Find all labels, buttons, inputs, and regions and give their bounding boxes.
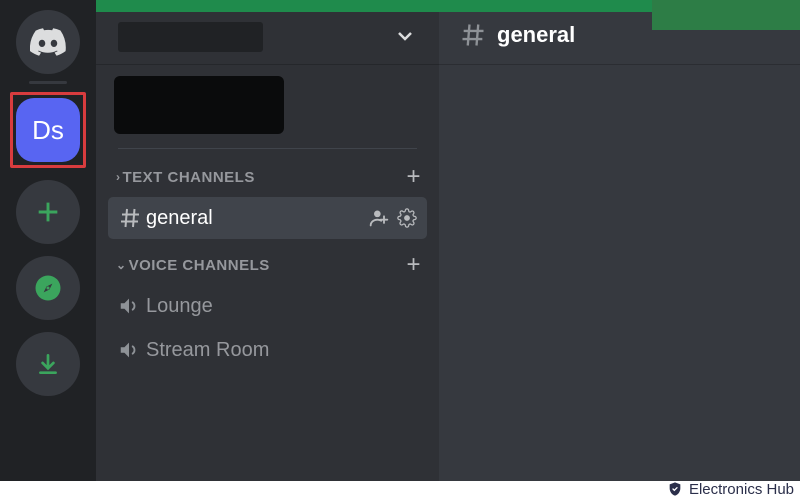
category-label: VOICE CHANNELS (129, 257, 270, 274)
speaker-icon (118, 295, 146, 317)
chevron-down-icon: ⌄ (116, 258, 127, 272)
channel-list: › TEXT CHANNELS + general (96, 64, 439, 481)
speaker-icon (118, 339, 146, 361)
server-initials: Ds (32, 115, 64, 146)
add-channel-button[interactable]: + (406, 163, 421, 191)
server-boost-card[interactable] (114, 76, 284, 134)
channel-name: Lounge (146, 295, 417, 318)
channel-name: Stream Room (146, 339, 417, 362)
discord-logo-icon (30, 28, 66, 56)
home-button[interactable] (16, 10, 80, 74)
server-button[interactable]: Ds (16, 98, 80, 162)
channel-name: general (146, 207, 369, 230)
download-icon (35, 351, 61, 377)
chevron-right-icon: › (116, 170, 121, 184)
text-channel-general[interactable]: general (108, 197, 427, 239)
hash-icon (459, 21, 487, 49)
channel-header: general (439, 0, 800, 64)
app-window: Ds › TEXT CHANNEL (0, 0, 800, 481)
compass-icon (33, 273, 63, 303)
chevron-down-icon (393, 24, 417, 48)
download-apps-button[interactable] (16, 332, 80, 396)
category-label: TEXT CHANNELS (123, 169, 255, 186)
create-invite-icon[interactable] (369, 208, 389, 228)
voice-channel-stream-room[interactable]: Stream Room (108, 329, 427, 371)
header-action-button[interactable] (652, 0, 800, 30)
explore-servers-button[interactable] (16, 256, 80, 320)
server-header[interactable] (96, 0, 439, 64)
banner-strip (96, 0, 439, 12)
hash-icon (118, 206, 146, 230)
channel-sidebar: › TEXT CHANNELS + general (96, 0, 439, 481)
gear-icon[interactable] (397, 208, 417, 228)
channel-title: general (497, 22, 575, 48)
add-channel-button[interactable]: + (406, 251, 421, 279)
main-view: general (439, 0, 800, 481)
server-name (118, 22, 263, 52)
selected-server-highlight: Ds (10, 92, 86, 168)
watermark: Electronics Hub (667, 478, 794, 500)
category-text-channels[interactable]: › TEXT CHANNELS + (106, 163, 429, 195)
add-server-button[interactable] (16, 180, 80, 244)
shield-icon (667, 480, 683, 498)
divider (118, 148, 417, 149)
voice-channel-lounge[interactable]: Lounge (108, 285, 427, 327)
watermark-text: Electronics Hub (689, 481, 794, 498)
category-voice-channels[interactable]: ⌄ VOICE CHANNELS + (106, 251, 429, 283)
server-rail: Ds (0, 0, 96, 481)
plus-icon (34, 198, 62, 226)
